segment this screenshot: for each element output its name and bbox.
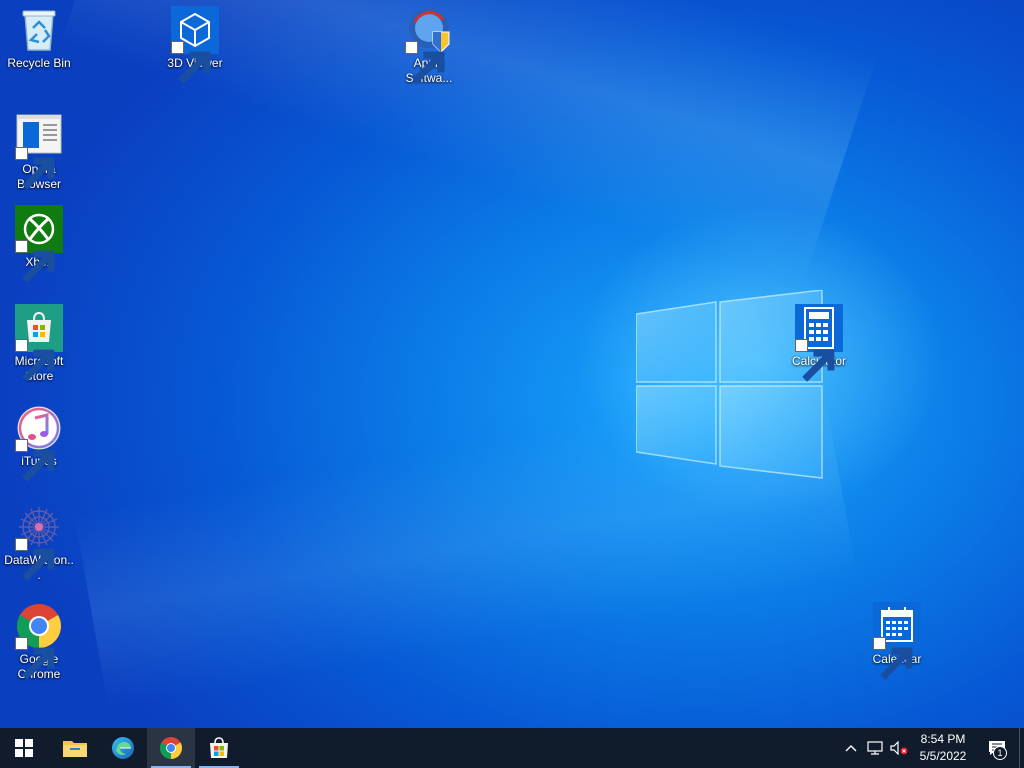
- chevron-up-icon: [845, 745, 857, 752]
- recycle-bin-icon: [15, 6, 63, 54]
- show-hidden-icons-button[interactable]: [839, 728, 863, 768]
- desktop-icon-google-chrome[interactable]: Google Chrome: [1, 602, 77, 682]
- store-icon: [210, 737, 228, 758]
- shortcut-arrow-icon: [15, 339, 55, 382]
- shortcut-arrow-icon: [171, 41, 211, 84]
- volume-muted-icon: [890, 741, 908, 755]
- desktop-icon-opera-browser[interactable]: Opera Browser: [1, 112, 77, 192]
- shortcut-arrow-icon: [15, 147, 55, 190]
- calendar-icon: [873, 602, 921, 680]
- desktop[interactable]: Recycle Bin 3D Viewer Apple Softwa... Op…: [0, 0, 1024, 728]
- desktop-icon-calculator[interactable]: Calculator: [781, 304, 857, 382]
- desktop-icon-datawagon[interactable]: DataWagon...: [1, 503, 77, 583]
- xbox-icon: [15, 205, 63, 283]
- shortcut-arrow-icon: [15, 538, 55, 581]
- google-chrome-icon: [15, 602, 63, 680]
- shortcut-arrow-icon: [15, 637, 55, 680]
- shortcut-arrow-icon: [873, 637, 913, 680]
- microsoft-store-icon: [15, 304, 63, 382]
- taskbar-store[interactable]: [195, 728, 243, 768]
- volume-button[interactable]: [887, 728, 911, 768]
- desktop-icon-xbox[interactable]: Xbox: [1, 205, 77, 283]
- apple-software-update-icon: [405, 6, 453, 84]
- start-button[interactable]: [0, 728, 48, 768]
- shortcut-arrow-icon: [15, 240, 55, 283]
- action-center-button[interactable]: 1: [975, 728, 1019, 768]
- taskbar-edge[interactable]: [99, 728, 147, 768]
- shortcut-arrow-icon: [795, 339, 835, 382]
- desktop-icon-recycle-bin[interactable]: Recycle Bin: [1, 6, 77, 71]
- taskbar-chrome[interactable]: [147, 728, 195, 768]
- 3d-viewer-icon: [171, 6, 219, 84]
- network-button[interactable]: [863, 728, 887, 768]
- desktop-icon-label: Recycle Bin: [7, 56, 71, 70]
- itunes-icon: [15, 404, 63, 482]
- desktop-icon-calendar[interactable]: Calendar: [859, 602, 935, 680]
- calculator-icon: [795, 304, 843, 382]
- chrome-icon: [160, 737, 182, 759]
- taskbar: 8:54 PM 5/5/2022 1: [0, 728, 1024, 768]
- datawagon-icon: [15, 503, 63, 581]
- windows-start-icon: [15, 739, 33, 757]
- shortcut-arrow-icon: [15, 439, 55, 482]
- clock[interactable]: 8:54 PM 5/5/2022: [911, 728, 975, 768]
- taskbar-file-explorer[interactable]: [51, 728, 99, 768]
- edge-icon: [112, 737, 134, 759]
- desktop-icon-apple-software-update[interactable]: Apple Softwa...: [391, 6, 467, 86]
- system-tray: 8:54 PM 5/5/2022 1: [839, 728, 1024, 768]
- opera-browser-icon: [15, 112, 63, 190]
- desktop-icon-3d-viewer[interactable]: 3D Viewer: [157, 6, 233, 84]
- desktop-icon-microsoft-store[interactable]: Microsoft Store: [1, 304, 77, 384]
- clock-date: 5/5/2022: [919, 749, 967, 763]
- desktop-icon-itunes[interactable]: iTunes: [1, 404, 77, 482]
- folder-icon: [63, 741, 87, 757]
- clock-time: 8:54 PM: [920, 732, 966, 746]
- network-icon: [867, 741, 883, 755]
- shortcut-arrow-icon: [405, 41, 445, 84]
- notification-count-badge: 1: [993, 746, 1007, 760]
- show-desktop-button[interactable]: [1019, 728, 1024, 768]
